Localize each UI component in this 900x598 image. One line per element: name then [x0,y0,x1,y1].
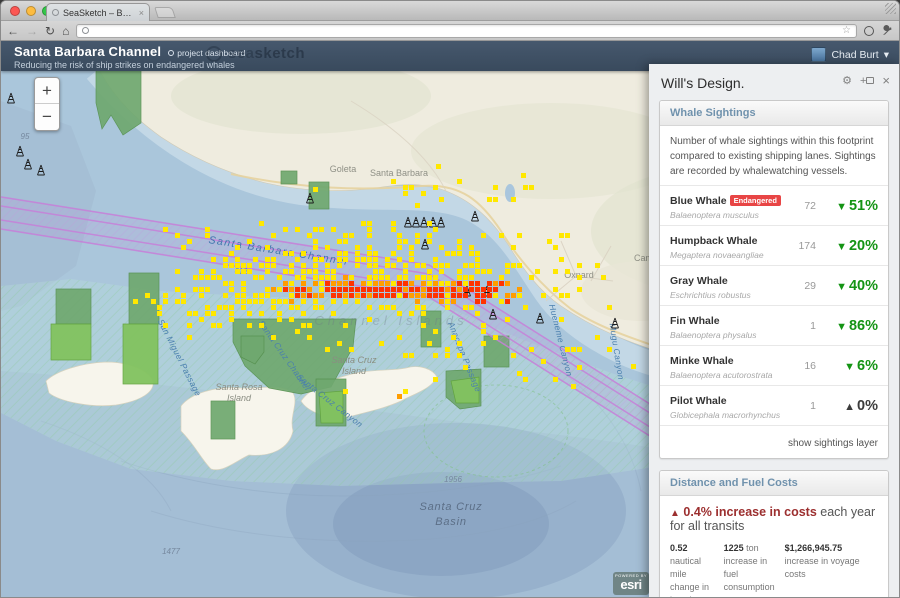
whale-name: Humpback Whale [670,235,758,247]
address-bar[interactable]: ☆ [76,24,857,38]
whale-name: Minke Whale [670,355,734,367]
whale-sightings-card: Whale Sightings Number of whale sighting… [659,100,889,459]
map-label: Island [227,393,252,403]
map-label: Santa Cruz [331,355,377,365]
sighting-count: 1 [786,320,816,332]
whale-row: Humpback Whale Megaptera novaeangliae 17… [660,225,888,265]
section-title: Distance and Fuel Costs [660,471,888,496]
page-content: Santa Barbara Channel project dashboard … [1,41,899,598]
whale-name: Gray Whale [670,275,728,287]
popout-icon[interactable]: + [860,75,874,87]
whale-latin-name: Balaenoptera musculus [670,210,786,220]
seasketch-logo-icon [206,46,222,62]
whale-latin-name: Megaptera novaeangliae [670,250,786,260]
endangered-badge: Endangered [730,195,781,206]
whale-latin-name: Balaenoptera acutorostrata [670,370,786,380]
map-label: 95 [21,132,30,141]
map-label: Channel Islands [314,313,467,328]
trend-arrow-icon: ▼ [844,361,855,373]
close-window-button[interactable] [10,6,20,16]
whale-name: Pilot Whale [670,395,727,407]
whale-latin-name: Eschrichtius robustus [670,290,786,300]
whale-list: Blue WhaleEndangered Balaenoptera muscul… [660,185,888,425]
trend-arrow-icon: ▼ [836,241,847,253]
trend-value: ▲0% [816,398,878,414]
cost-headline: ▲ 0.4% increase in costs each year for a… [660,496,888,537]
tab-close-icon[interactable]: × [139,8,144,18]
trend-arrow-icon: ▲ [844,401,855,413]
avatar [811,47,826,62]
zoom-in-button[interactable]: + [35,78,59,104]
chevron-down-icon: ▾ [884,49,889,61]
sighting-count: 1 [786,400,816,412]
minimize-window-button[interactable] [26,6,36,16]
tab-title: SeaSketch – Better decisions [63,8,135,18]
window-resize-grip-icon [885,3,896,14]
trend-value: ▼40% [816,278,878,294]
up-arrow-icon: ▲ [670,508,680,519]
user-name: Chad Burt [831,49,878,61]
bookmark-star-icon[interactable]: ☆ [842,25,851,36]
new-tab-button[interactable] [154,7,176,18]
esri-logo[interactable]: POWERED BY esri [613,572,649,595]
trend-arrow-icon: ▼ [836,281,847,293]
trend-value: ▼6% [816,358,878,374]
map-label: Santa Rosa [215,382,262,392]
browser-window: SeaSketch – Better decisions × ← → ↻ ⌂ ☆… [0,0,900,598]
whale-name: Blue Whale [670,195,727,207]
zoom-out-button[interactable]: − [35,104,59,130]
cost-stat: $1,266,945.75 increase in voyage costs [785,542,878,598]
gear-icon[interactable]: ⚙ [842,74,852,87]
whale-latin-name: Globicephala macrorhynchus [670,410,786,420]
back-button[interactable]: ← [7,25,19,37]
trend-value: ▼51% [816,198,878,214]
whale-row: Gray Whale Eschrichtius robustus 29 ▼40% [660,265,888,305]
project-title: Santa Barbara Channel [14,44,161,59]
wrench-menu-icon[interactable] [881,25,893,37]
trend-arrow-icon: ▼ [836,321,847,333]
cost-stat: 0.52 nautical mile change in length [670,542,714,598]
whale-row: Minke Whale Balaenoptera acutorostrata 1… [660,345,888,385]
distance-fuel-card: Distance and Fuel Costs ▲ 0.4% increase … [659,470,889,598]
sighting-count: 72 [786,200,816,212]
whale-row: Pilot Whale Globicephala macrorhynchus 1… [660,385,888,425]
page-action-icon[interactable] [864,26,874,36]
whale-row: Fin Whale Balaenoptera physalus 1 ▼86% [660,305,888,345]
sighting-count: 16 [786,360,816,372]
sighting-count: 29 [786,280,816,292]
sighting-count: 174 [786,240,816,252]
close-icon[interactable]: × [882,73,890,88]
browser-tab[interactable]: SeaSketch – Better decisions × [46,3,150,21]
home-button[interactable]: ⌂ [62,25,69,37]
trend-value: ▼20% [816,238,878,254]
map-label: Basin [435,516,467,528]
map-label: Santa Cruz [419,501,482,513]
map-label: Goleta [330,164,357,174]
map-zoom-control: + − [34,77,60,131]
dashboard-icon [168,50,174,56]
cost-stat: 1225 ton increase in fuel consumption [724,542,775,598]
trend-arrow-icon: ▼ [836,201,847,213]
section-title: Whale Sightings [660,101,888,126]
forward-button[interactable]: → [26,25,38,37]
trend-value: ▼86% [816,318,878,334]
user-menu[interactable]: Chad Burt ▾ [811,47,889,62]
page-favicon-icon [82,27,89,34]
whale-row: Blue WhaleEndangered Balaenoptera muscul… [660,185,888,225]
browser-titlebar: SeaSketch – Better decisions × [1,1,899,21]
browser-toolbar: ← → ↻ ⌂ ☆ [1,21,899,41]
design-panel: Will's Design. ⚙ + × Whale Sightings Num… [649,64,899,598]
map-label: Island [342,366,367,376]
whale-name: Fin Whale [670,315,720,327]
seasketch-logo: seasketch [206,45,305,62]
whale-latin-name: Balaenoptera physalus [670,330,786,340]
section-description: Number of whale sightings within this fo… [660,126,888,185]
reload-button[interactable]: ↻ [45,25,55,37]
map-label: 1477 [162,547,180,556]
map-label: Santa Barbara [370,168,428,178]
cost-stats: 0.52 nautical mile change in length 1225… [660,537,888,598]
map-label: 1956 [444,475,462,484]
tab-favicon-icon [52,9,59,16]
show-sightings-layer-link[interactable]: show sightings layer [788,438,878,449]
